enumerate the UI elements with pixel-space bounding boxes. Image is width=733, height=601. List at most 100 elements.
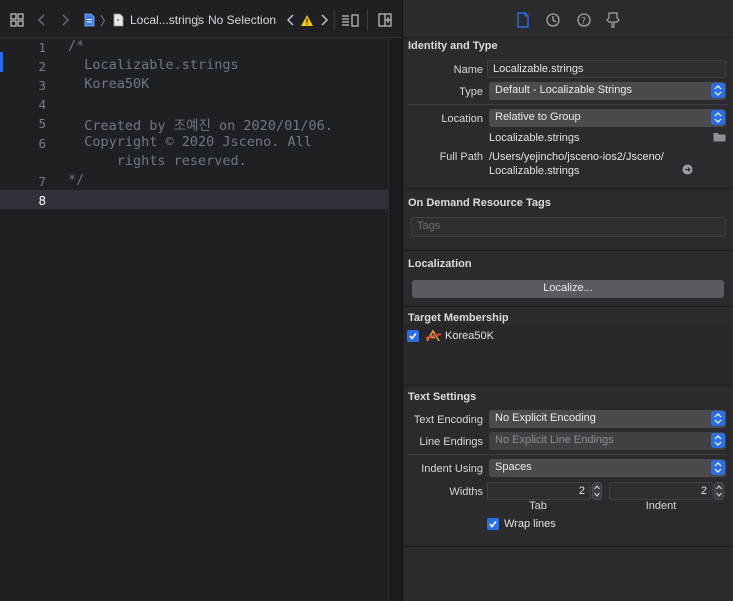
target-membership-title: Target Membership <box>408 312 509 324</box>
app-target-icon <box>425 329 442 346</box>
localization-title: Localization <box>408 258 472 270</box>
indent-width-field[interactable]: 2 <box>609 482 713 500</box>
location-label: Location <box>441 113 483 125</box>
forward-chevron-icon[interactable] <box>61 11 69 29</box>
code-line[interactable]: /* <box>68 38 84 54</box>
add-editor-icon[interactable] <box>378 11 392 29</box>
attributes-inspector-tab-icon[interactable] <box>606 12 622 28</box>
code-line[interactable]: Korea50K <box>68 76 149 92</box>
code-line[interactable]: Created by 조예진 on 2020/01/06. <box>68 114 333 134</box>
popup-arrows-icon <box>711 411 725 426</box>
text-encoding-value: No Explicit Encoding <box>495 412 596 424</box>
indent-width-caption: Indent <box>645 500 677 512</box>
toolbar-divider <box>334 9 335 31</box>
tab-width-stepper-icon[interactable] <box>592 482 602 500</box>
line-endings-label: Line Endings <box>419 436 483 448</box>
line-number: 2 <box>38 59 46 74</box>
wrap-lines-label: Wrap lines <box>504 518 556 530</box>
file-inspector-tab-icon[interactable] <box>516 12 532 28</box>
svg-text:": " <box>117 18 120 26</box>
jumpbar-selection-item[interactable]: No Selection <box>208 11 276 29</box>
jumpbar-selection-label: No Selection <box>208 13 277 27</box>
line-number: 3 <box>38 78 46 93</box>
target-checkbox[interactable] <box>407 330 419 342</box>
popup-arrows-icon <box>711 110 725 125</box>
help-inspector-tab-icon[interactable]: ? <box>576 12 592 28</box>
folder-icon[interactable] <box>713 132 726 145</box>
name-label: Name <box>453 64 483 76</box>
location-popup[interactable]: Relative to Group <box>489 109 726 127</box>
jump-bar: 〉 " Local...strings 〉 No Selection <box>0 0 402 38</box>
code-line-wrapped[interactable]: rights reserved. <box>68 153 247 169</box>
localize-button[interactable]: Localize... <box>412 280 724 298</box>
strings-file-icon[interactable]: " <box>113 11 124 29</box>
popup-arrows-icon <box>711 460 725 475</box>
tab-width-field[interactable]: 2 <box>487 482 591 500</box>
indent-using-label: Indent Using <box>421 463 483 475</box>
line-endings-value: No Explicit Line Endings <box>495 434 614 446</box>
jumpbar-file-item[interactable]: Local...strings <box>130 11 204 29</box>
toolbar-divider <box>367 9 368 31</box>
reveal-in-finder-icon[interactable] <box>682 164 693 178</box>
row-divider <box>408 104 728 105</box>
document-items-icon[interactable] <box>341 11 359 29</box>
location-popup-value: Relative to Group <box>495 111 581 123</box>
row-divider <box>408 454 728 455</box>
code-line[interactable]: Localizable.strings <box>68 57 238 73</box>
file-inspector: ? Identity and Type Name Localizable.str… <box>402 0 733 601</box>
line-number: 4 <box>38 97 46 112</box>
related-items-icon[interactable] <box>10 11 24 29</box>
identity-and-type-title: Identity and Type <box>408 40 498 52</box>
tags-field[interactable]: Tags <box>411 217 726 237</box>
back-chevron-icon[interactable] <box>38 11 46 29</box>
section-divider <box>403 188 733 189</box>
popup-arrows-icon <box>711 433 725 448</box>
indent-using-value: Spaces <box>495 461 532 473</box>
line-number: 7 <box>38 174 46 189</box>
target-name: Korea50K <box>445 330 494 342</box>
indent-using-popup[interactable]: Spaces <box>489 459 726 477</box>
svg-text:?: ? <box>581 17 586 27</box>
code-area[interactable]: /* Localizable.strings Korea50K Created … <box>58 38 388 601</box>
editor-scrollbar[interactable] <box>388 38 402 601</box>
line-number: 1 <box>38 40 46 55</box>
section-divider <box>403 250 733 251</box>
popup-arrows-icon <box>711 83 725 98</box>
text-encoding-popup[interactable]: No Explicit Encoding <box>489 410 726 428</box>
history-inspector-tab-icon[interactable] <box>545 12 561 28</box>
text-settings-title: Text Settings <box>408 391 477 403</box>
previous-issue-icon[interactable] <box>287 11 295 29</box>
type-label: Type <box>459 86 483 98</box>
full-path-label: Full Path <box>439 151 483 163</box>
line-number: 5 <box>38 116 46 131</box>
source-editor[interactable]: 〉 " Local...strings 〉 No Selection 1 2 3… <box>0 0 402 601</box>
full-path-line1: /Users/yejincho/jsceno-ios2/Jsceno/ <box>489 151 664 163</box>
section-divider <box>403 385 733 386</box>
type-popup[interactable]: Default - Localizable Strings <box>489 82 726 100</box>
jumpbar-file-label: Local...strings <box>130 13 205 27</box>
tab-width-caption: Tab <box>529 500 547 512</box>
line-number-current: 8 <box>38 193 46 208</box>
section-divider <box>403 546 733 547</box>
code-line[interactable]: */ <box>68 172 84 188</box>
line-number-gutter: 1 2 3 4 5 6 7 8 <box>0 38 58 601</box>
text-encoding-label: Text Encoding <box>413 414 483 426</box>
section-divider <box>403 306 733 307</box>
indent-width-stepper-icon[interactable] <box>714 482 724 500</box>
path-separator-icon: 〉 <box>100 13 113 28</box>
warning-icon[interactable] <box>300 11 314 29</box>
full-path-line2: Localizable.strings <box>489 165 580 177</box>
code-line[interactable]: Copyright © 2020 Jsceno. All <box>68 134 312 150</box>
type-popup-value: Default - Localizable Strings <box>495 84 632 96</box>
wrap-lines-checkbox[interactable] <box>487 518 499 530</box>
next-issue-icon[interactable] <box>320 11 328 29</box>
inspector-tab-bar: ? <box>403 0 733 38</box>
path-separator-icon: 〉 <box>196 13 209 28</box>
line-endings-popup[interactable]: No Explicit Line Endings <box>489 432 726 450</box>
location-file-name: Localizable.strings <box>489 132 580 144</box>
name-field[interactable]: Localizable.strings <box>487 60 726 78</box>
widths-label: Widths <box>449 486 483 498</box>
on-demand-title: On Demand Resource Tags <box>408 197 551 209</box>
project-file-icon[interactable] <box>84 11 95 29</box>
line-number: 6 <box>38 136 46 151</box>
